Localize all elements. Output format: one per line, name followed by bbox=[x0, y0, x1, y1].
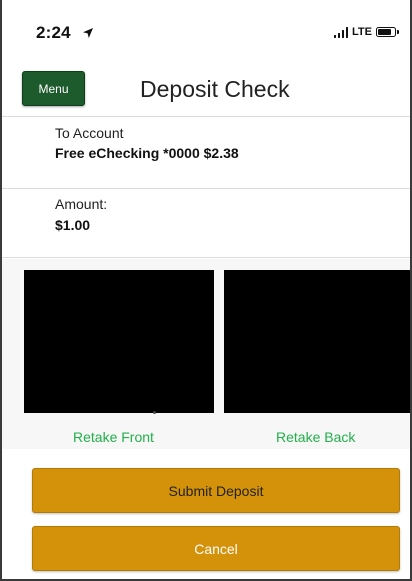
page-indicator-dot bbox=[153, 411, 156, 414]
menu-button[interactable]: Menu bbox=[22, 71, 85, 106]
location-arrow-icon bbox=[83, 28, 93, 38]
check-back-image[interactable] bbox=[224, 270, 410, 413]
app-screen: 2:24 LTE Menu Deposit Check To Account F… bbox=[0, 0, 412, 581]
amount-section[interactable]: Amount: $1.00 bbox=[2, 188, 410, 258]
network-type: LTE bbox=[352, 26, 372, 38]
signal-bars-icon bbox=[333, 26, 349, 38]
check-front-image[interactable] bbox=[24, 270, 214, 413]
to-account-label: To Account bbox=[55, 125, 124, 141]
amount-label: Amount: bbox=[55, 196, 108, 212]
page-title: Deposit Check bbox=[140, 76, 290, 102]
status-indicators: LTE bbox=[333, 25, 399, 39]
amount-value: $1.00 bbox=[55, 217, 91, 233]
header: Menu Deposit Check bbox=[2, 62, 410, 116]
retake-back-link[interactable]: Retake Back bbox=[276, 429, 355, 445]
check-images-area: Retake Front Retake Back bbox=[2, 259, 410, 449]
cancel-button[interactable]: Cancel bbox=[32, 526, 400, 571]
battery-icon bbox=[376, 27, 399, 37]
status-time: 2:24 bbox=[36, 23, 71, 42]
status-bar: 2:24 LTE bbox=[2, 0, 410, 62]
to-account-section[interactable]: To Account Free eChecking *0000 $2.38 bbox=[2, 116, 410, 188]
submit-deposit-button[interactable]: Submit Deposit bbox=[32, 468, 400, 513]
to-account-value: Free eChecking *0000 $2.38 bbox=[55, 145, 239, 161]
retake-front-link[interactable]: Retake Front bbox=[73, 429, 154, 445]
